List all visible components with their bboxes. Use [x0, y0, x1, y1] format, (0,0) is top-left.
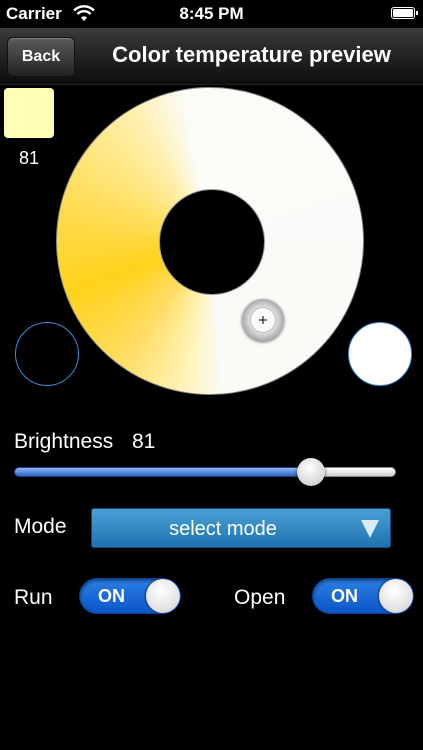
run-toggle-knob [146, 579, 180, 613]
slider-thumb[interactable] [297, 458, 325, 486]
back-button[interactable]: Back [7, 37, 75, 77]
crosshair-icon [259, 316, 267, 324]
mode-dropdown[interactable]: select mode [91, 508, 391, 548]
triangle-down-icon [361, 520, 379, 538]
wheel-selector-handle[interactable] [242, 299, 284, 341]
cool-color-preset[interactable] [348, 322, 412, 386]
swatch-value: 81 [18, 148, 40, 168]
slider-track-filled [14, 467, 311, 477]
color-swatch [4, 88, 54, 138]
mode-selected-value: select mode [169, 518, 277, 540]
open-toggle[interactable]: ON [312, 578, 414, 614]
warm-color-preset[interactable] [15, 322, 79, 386]
run-toggle-state: ON [98, 586, 125, 606]
run-label: Run [14, 586, 53, 609]
battery-icon [391, 7, 418, 19]
clock: 8:45 PM [179, 4, 244, 23]
page-title: Color temperature preview [112, 42, 391, 67]
brightness-label: Brightness [14, 430, 114, 453]
brightness-value: 81 [132, 430, 156, 453]
status-bar: Carrier 8:45 PM [0, 0, 423, 28]
brightness-slider[interactable] [14, 458, 396, 486]
mode-label: Mode [14, 515, 67, 538]
open-toggle-state: ON [331, 586, 358, 606]
open-label: Open [234, 586, 286, 609]
wheel-center-hole [159, 189, 265, 295]
open-toggle-knob [379, 579, 413, 613]
run-toggle[interactable]: ON [79, 578, 181, 614]
screen: Carrier 8:45 PM Back Color temperature p… [0, 0, 423, 750]
navigation-bar: Back Color temperature preview [0, 28, 423, 85]
